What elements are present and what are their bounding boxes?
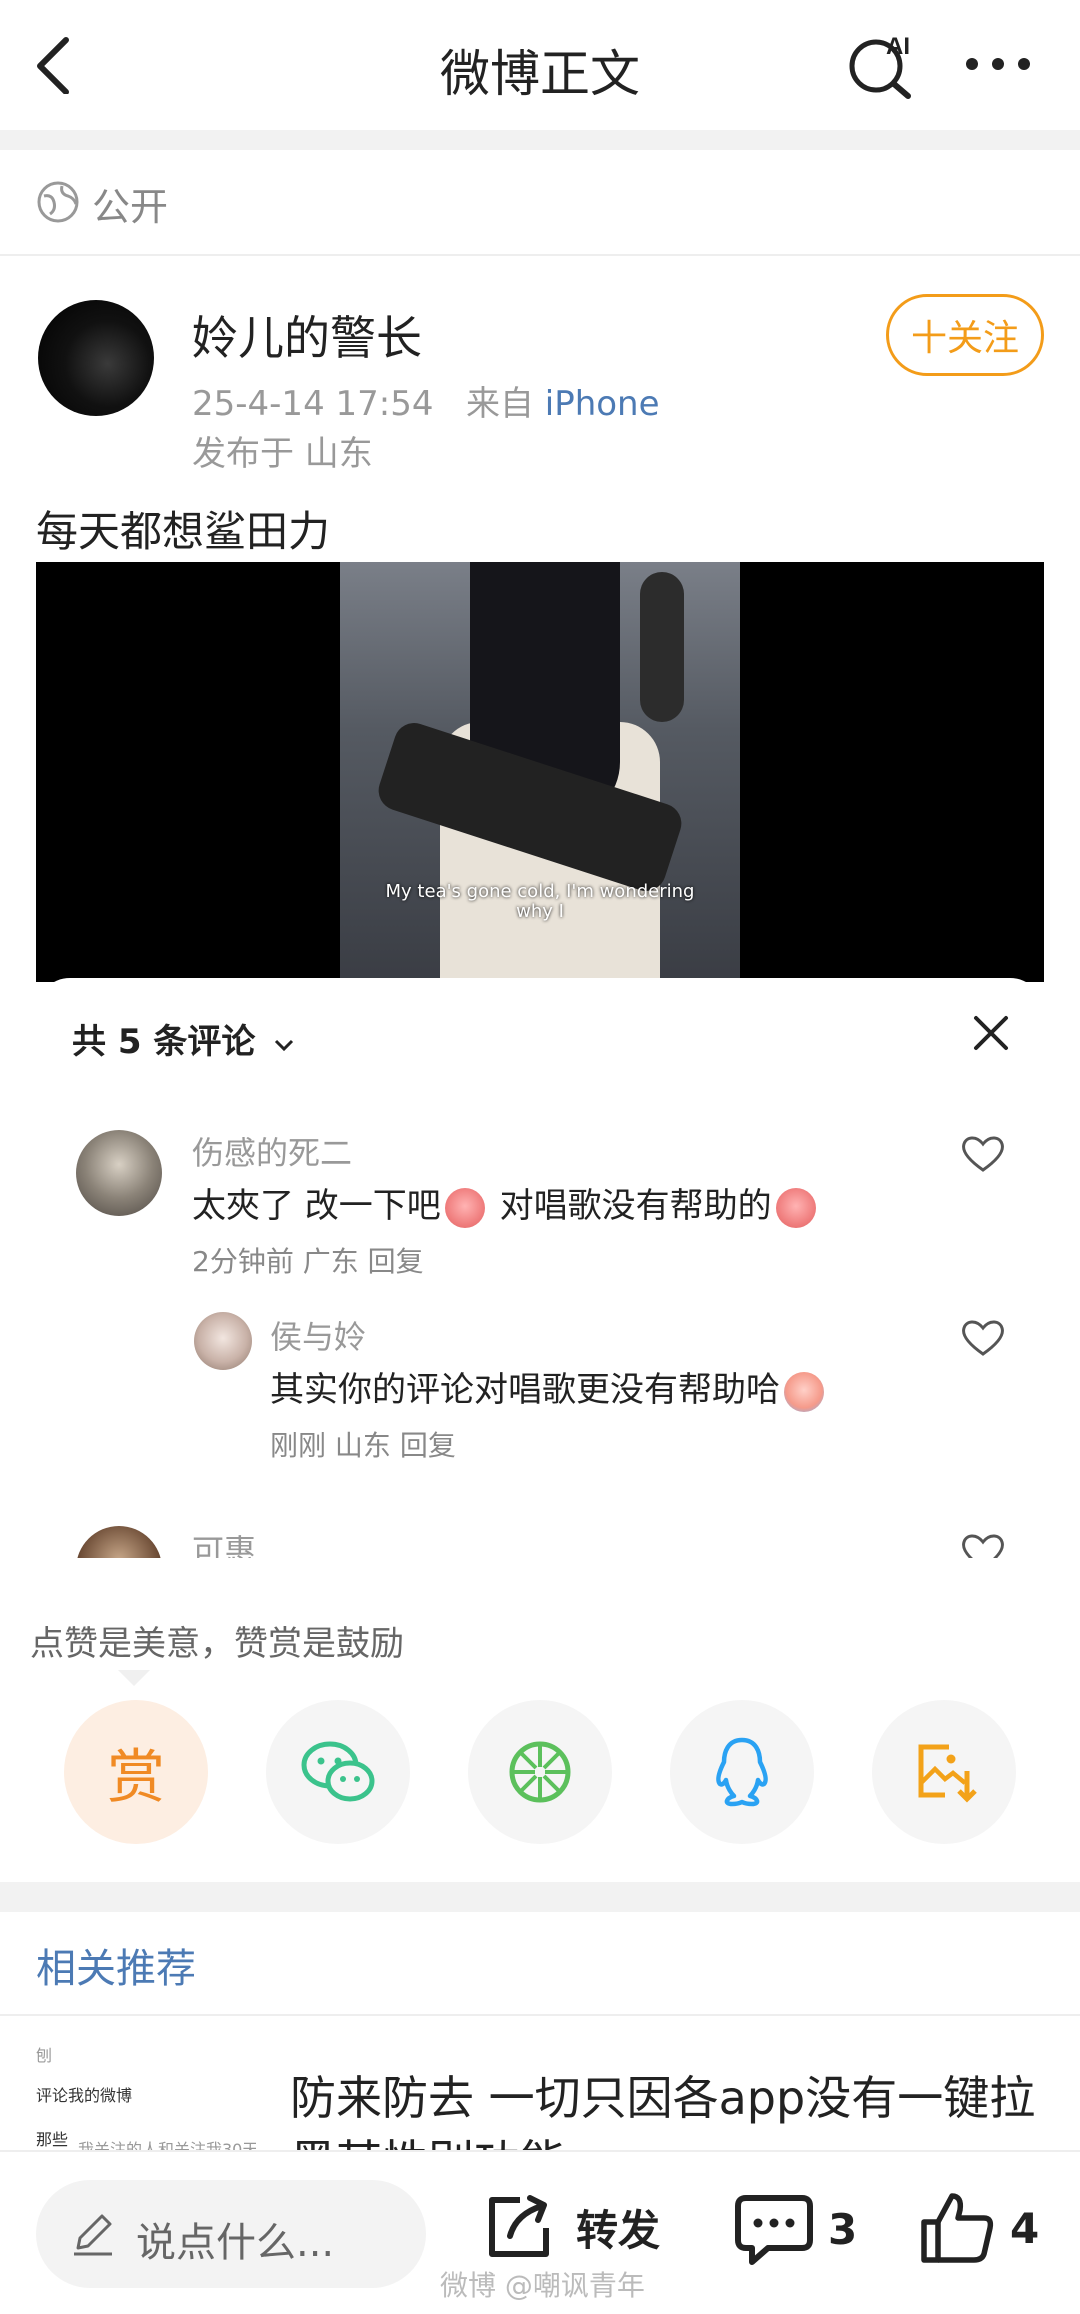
post-date: 25-4-14 17:54 [192, 384, 434, 424]
post-video[interactable]: My tea's gone cold, I'm wondering why I [36, 562, 1044, 982]
share-wechat-button[interactable] [266, 1700, 410, 1844]
emoji-icon [784, 1371, 824, 1412]
commenter-avatar[interactable] [194, 1312, 252, 1370]
page-title: 微博正文 [440, 45, 640, 103]
like-heart-icon[interactable] [960, 1530, 1006, 1558]
comment-meta: 2分钟前 广东 回复 [192, 1245, 424, 1278]
commenter-name[interactable]: 伤感的死二 [192, 1128, 352, 1174]
commenter-avatar[interactable] [76, 1130, 162, 1216]
share-qq-button[interactable] [670, 1700, 814, 1844]
comment-text: 其实你的评论对唱歌更没有帮助哈 [270, 1362, 828, 1412]
commenter-name[interactable]: 可惠 [192, 1526, 256, 1558]
follow-button[interactable]: 十关注 [886, 294, 1044, 376]
ai-badge: AI [886, 33, 910, 60]
comment-count: 3 [828, 2204, 858, 2254]
thumbs-up-icon [921, 2193, 994, 2263]
repost-icon [489, 2195, 549, 2257]
video-frame: My tea's gone cold, I'm wondering why I [340, 562, 740, 982]
like-button[interactable]: 4 [918, 2188, 1039, 2268]
comment-input-placeholder: 说点什么... [136, 2220, 335, 2266]
commenter-name[interactable]: 侯与姈 [270, 1312, 366, 1358]
post-meta: 25-4-14 17:54 来自 iPhone [192, 376, 660, 425]
reward-button[interactable]: 赏 [64, 1700, 208, 1844]
repost-button[interactable]: 转发 [480, 2188, 660, 2266]
comment-button[interactable]: 3 [732, 2190, 857, 2268]
author-name[interactable]: 姈儿的警长 [192, 302, 422, 368]
visibility-label: 公开 [92, 185, 169, 229]
like-count: 4 [1010, 2203, 1040, 2253]
divider [0, 130, 1080, 150]
video-caption: My tea's gone cold, I'm wondering why I [360, 882, 720, 922]
comment-icon [735, 2195, 813, 2265]
share-moments-button[interactable] [468, 1700, 612, 1844]
like-heart-icon[interactable] [960, 1316, 1006, 1358]
moments-icon [509, 1741, 571, 1803]
ai-search-icon[interactable]: AI [846, 30, 916, 100]
close-icon[interactable] [966, 1008, 1016, 1058]
reply-button[interactable]: 回复 [368, 1245, 424, 1278]
share-hint: 点赞是美意，赞赏是鼓励 [30, 1624, 404, 1664]
save-image-icon [918, 1744, 977, 1803]
reply-button[interactable]: 回复 [400, 1429, 456, 1462]
more-icon[interactable] [960, 50, 1040, 80]
comments-count-label: 共 5 条评论 [72, 1022, 256, 1062]
divider [0, 2014, 1080, 2016]
like-heart-icon[interactable] [960, 1132, 1006, 1174]
comment-text: 太夾了 改一下吧 对唱歌没有帮助的 [192, 1178, 820, 1228]
emoji-icon [775, 1187, 816, 1228]
comment-meta: 刚刚 山东 回复 [270, 1429, 456, 1462]
pencil-icon [74, 2214, 112, 2256]
video-caption-line-1: My tea's gone cold, I'm wondering [385, 881, 695, 902]
post-source-prefix: 来自 [465, 384, 534, 424]
comments-sheet: 共 5 条评论 伤感的死二 太夾了 改一下吧 对唱歌没有帮助的 2分钟前 广东 … [36, 978, 1044, 1558]
comments-count-dropdown[interactable]: 共 5 条评论 [72, 1014, 295, 1063]
repost-label: 转发 [576, 2205, 661, 2255]
author-avatar[interactable] [38, 300, 154, 416]
qq-icon [716, 1737, 768, 1807]
hint-pointer [118, 1670, 150, 1686]
post-source[interactable]: iPhone [545, 384, 660, 424]
video-caption-line-2: why I [516, 901, 564, 922]
chevron-down-icon [275, 1039, 294, 1052]
wechat-icon [301, 1741, 375, 1802]
video-mic [640, 572, 684, 722]
watermark: 微博 @嘲讽青年 [440, 2269, 645, 2302]
save-image-button[interactable] [872, 1700, 1016, 1844]
post-text: 每天都想鲨田力 [36, 507, 331, 556]
reward-label: 赏 [106, 1743, 165, 1811]
divider [0, 1882, 1080, 1912]
globe-icon [37, 181, 79, 223]
post-location: 发布于 山东 [192, 434, 373, 474]
commenter-avatar[interactable] [76, 1526, 162, 1558]
related-thumbnail[interactable]: 刨 评论我的微博 那些 我关注的人和关注我30天 [36, 2040, 256, 2160]
emoji-icon [444, 1187, 485, 1228]
related-title: 相关推荐 [36, 1946, 196, 1992]
